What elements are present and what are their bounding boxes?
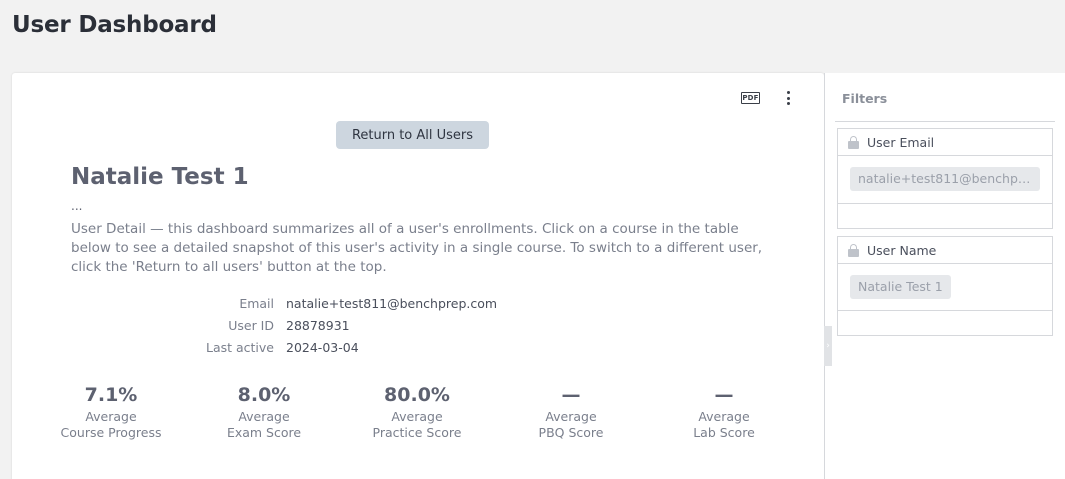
lock-icon [848,243,859,257]
ellipsis-text: ... [71,199,83,213]
lock-icon [848,135,859,149]
info-label: User ID [228,318,274,333]
stat-label: Average Course Progress [60,409,162,440]
info-row-email: Email natalie+test811@benchprep.com [71,293,771,315]
stat-label: Average Practice Score [372,409,462,440]
user-name-heading: Natalie Test 1 [71,164,249,190]
filter-value-chip: natalie+test811@benchpr... [850,167,1040,191]
collapse-filters-handle[interactable]: › [824,326,832,366]
email-value: natalie+test811@benchprep.com [286,296,498,311]
filter-footer [838,311,1052,335]
filter-header: User Email [838,129,1052,156]
stat-label: Average PBQ Score [538,409,604,440]
filter-value-area: natalie+test811@benchpr... [838,156,1052,204]
pdf-export-icon[interactable]: PDF [741,92,760,104]
page-title: User Dashboard [12,12,217,38]
info-row-user-id: User ID 28878931 [71,315,771,337]
info-row-last-active: Last active 2024-03-04 [71,337,771,359]
stat-exam-score: 8.0% Average Exam Score [184,383,344,441]
info-label: Last active [205,340,274,355]
stat-label: Average Lab Score [693,409,755,440]
stat-value: 80.0% [384,384,450,406]
last-active-value: 2024-03-04 [286,340,359,355]
return-to-all-users-button[interactable]: Return to All Users [336,121,489,149]
filter-label: User Name [867,242,937,258]
filter-footer [838,204,1052,228]
filter-header: User Name [838,237,1052,264]
filter-user-email: User Email natalie+test811@benchpr... [837,128,1053,229]
stat-value: 8.0% [237,384,291,406]
user-detail-panel: PDF Return to All Users Natalie Test 1 .… [12,73,824,479]
stat-label: Average Exam Score [226,409,302,440]
filter-value-area: Natalie Test 1 [838,264,1052,311]
dashboard-description: User Detail — this dashboard summarizes … [71,221,763,275]
stat-value: — [561,384,581,406]
stat-lab-score: — Average Lab Score [644,383,804,441]
more-options-icon[interactable] [782,90,794,106]
stat-value: — [714,384,734,406]
user-id-value: 28878931 [286,318,350,333]
filter-user-name: User Name Natalie Test 1 [837,236,1053,336]
stat-course-progress: 7.1% Average Course Progress [31,383,191,441]
user-info-list: Email natalie+test811@benchprep.com User… [71,293,771,359]
filters-divider [835,121,1055,122]
filter-value-chip: Natalie Test 1 [850,275,951,299]
filters-panel: Filters User Email natalie+test811@bench… [824,73,1065,479]
stat-pbq-score: — Average PBQ Score [491,383,651,441]
info-label: Email [239,296,274,311]
filters-title: Filters [842,91,888,106]
stat-practice-score: 80.0% Average Practice Score [337,383,497,441]
stat-value: 7.1% [84,384,138,406]
filter-label: User Email [867,134,935,150]
